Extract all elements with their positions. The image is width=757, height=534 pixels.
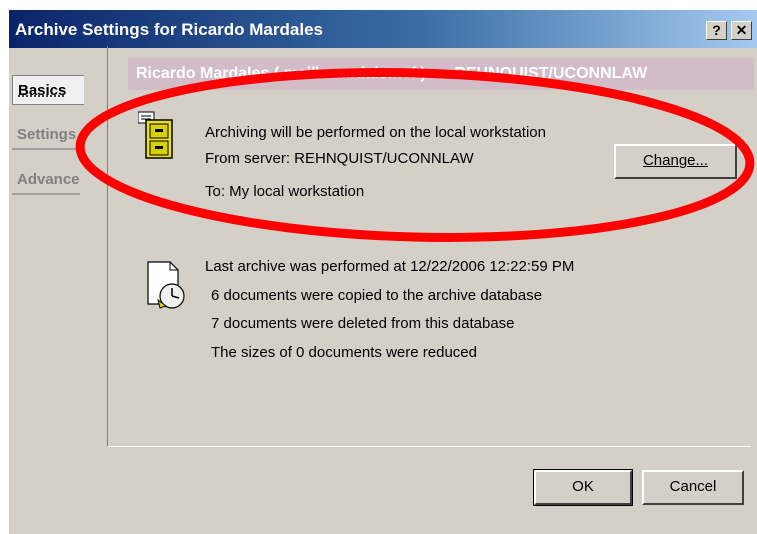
documents-deleted-text: 7 documents were deleted from this datab… — [211, 315, 515, 332]
from-server-text: From server: REHNQUIST/UCONNLAW — [205, 150, 474, 167]
filing-cabinet-icon — [138, 111, 173, 159]
change-button-label: Change... — [642, 152, 709, 169]
archive-log-icon — [147, 261, 185, 309]
ok-button[interactable]: OK — [533, 469, 633, 506]
documents-copied-text: 6 documents were copied to the archive d… — [211, 287, 543, 304]
documents-reduced-text: The sizes of 0 documents were reduced — [211, 344, 477, 361]
close-button[interactable]: ✕ — [731, 21, 752, 40]
window-title: Archive Settings for Ricardo Mardales — [15, 20, 323, 39]
basics-panel: Ricardo Mardales ( mail\rmardale.nsf ) o… — [107, 46, 754, 447]
close-icon: ✕ — [735, 22, 748, 38]
last-archive-text: Last archive was performed at 12/22/2006… — [205, 258, 575, 275]
change-button[interactable]: Change... — [614, 144, 737, 179]
title-bar[interactable]: Archive Settings for Ricardo Mardales ? … — [9, 10, 757, 48]
tab-advanced[interactable]: Advanced — [12, 165, 80, 195]
tab-settings[interactable]: Settings — [12, 120, 80, 150]
help-icon: ? — [712, 22, 721, 38]
database-header: Ricardo Mardales ( mail\rmardale.nsf ) o… — [128, 58, 754, 90]
archive-location-text: Archiving will be performed on the local… — [205, 124, 546, 141]
to-destination-text: To: My local workstation — [205, 183, 365, 200]
help-button[interactable]: ? — [706, 21, 727, 40]
cancel-button[interactable]: Cancel — [642, 470, 744, 505]
tab-basics[interactable]: Basics — [12, 75, 84, 105]
